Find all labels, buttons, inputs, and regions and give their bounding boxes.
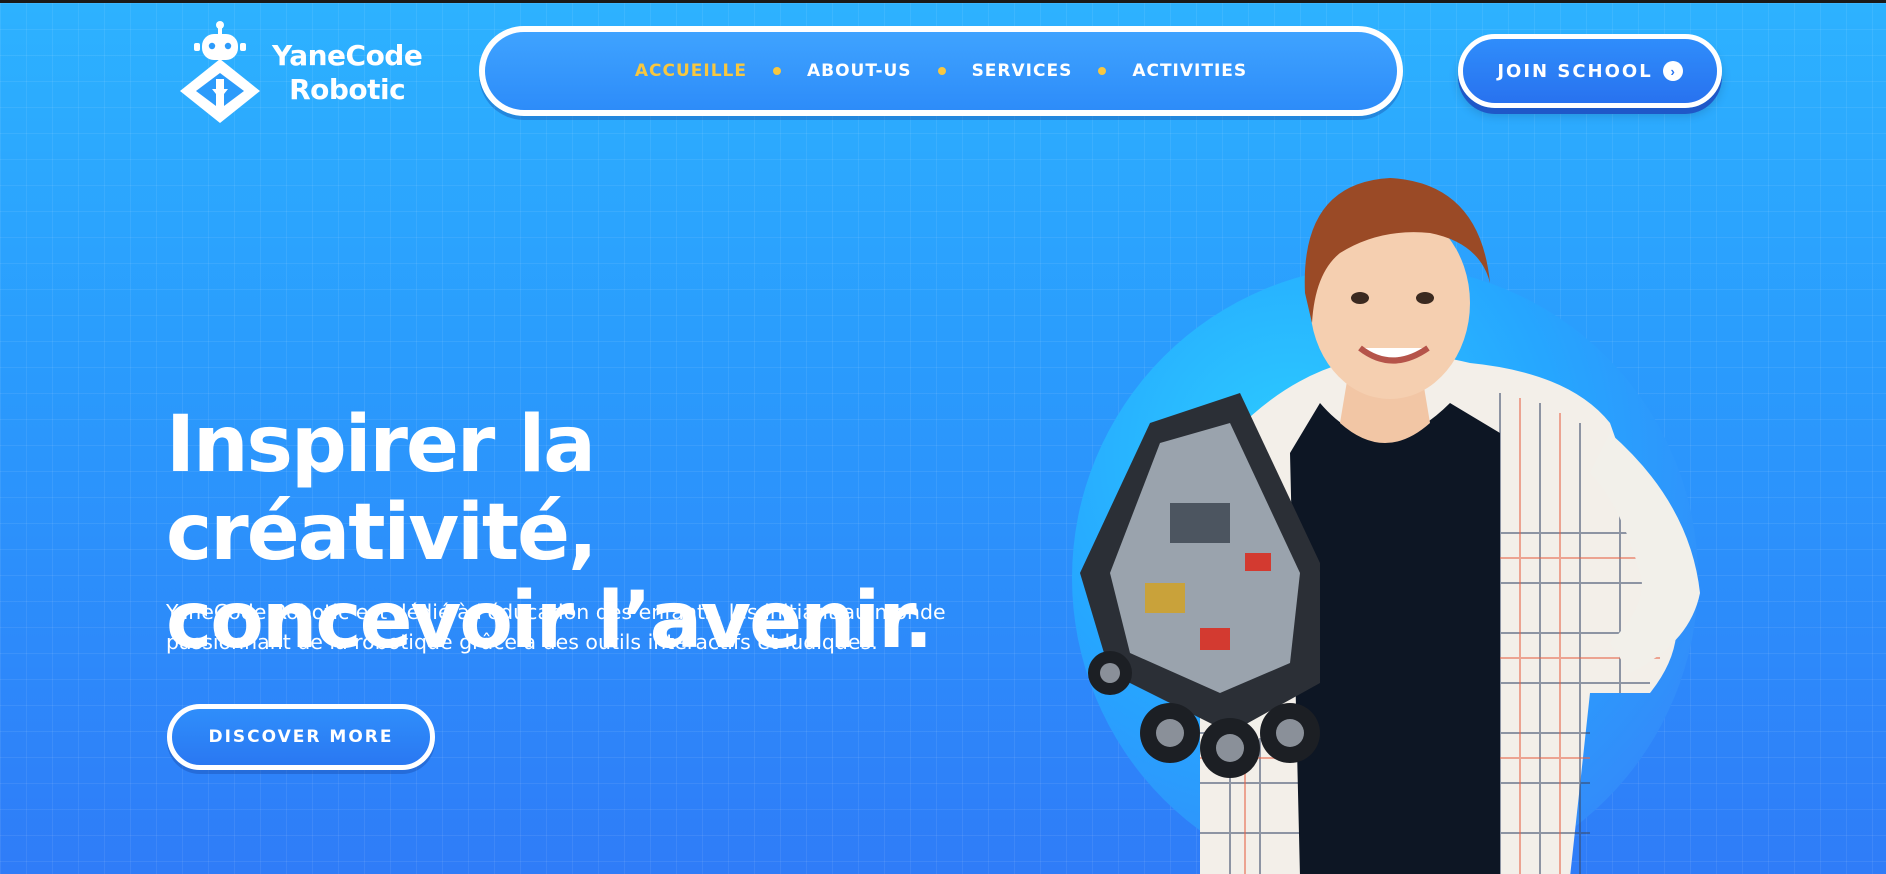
main-nav: ACCUEILLE ABOUT-US SERVICES ACTIVITIES (479, 26, 1403, 116)
nav-separator-dot (772, 67, 781, 75)
hero-description-line2: passionnant de la robotique grâce à des … (166, 630, 878, 654)
chevron-right-circle-icon: › (1662, 61, 1683, 81)
discover-more-button[interactable]: DISCOVER MORE (167, 704, 435, 770)
nav-item-about-us[interactable]: ABOUT-US (807, 61, 912, 81)
hero-description-line1: YaneCode Robotic est dédié à l'éducation… (166, 600, 946, 624)
robot-logo-icon (180, 21, 260, 123)
nav-item-activities[interactable]: ACTIVITIES (1132, 61, 1247, 81)
hero-image-child-with-robot (1080, 178, 1700, 874)
nav-item-services[interactable]: SERVICES (972, 61, 1073, 81)
nav-separator-dot (937, 67, 946, 75)
brand-name: YaneCode Robotic (272, 39, 423, 107)
nav-separator-dot (1098, 67, 1107, 75)
brand-logo[interactable]: YaneCode Robotic (172, 19, 423, 127)
hero-description: YaneCode Robotic est dédié à l'éducation… (166, 597, 966, 657)
discover-more-label: DISCOVER MORE (208, 727, 394, 747)
landing-page: YaneCode Robotic ACCUEILLE ABOUT-US SERV… (0, 3, 1886, 874)
join-school-label: JOIN SCHOOL (1497, 60, 1653, 82)
join-school-button[interactable]: JOIN SCHOOL › (1458, 34, 1722, 108)
brand-name-line1: YaneCode (272, 39, 423, 72)
hero-title-line1: Inspirer la créativité, (166, 400, 598, 578)
nav-item-accueille[interactable]: ACCUEILLE (635, 61, 747, 81)
brand-name-line2: Robotic (289, 73, 406, 106)
